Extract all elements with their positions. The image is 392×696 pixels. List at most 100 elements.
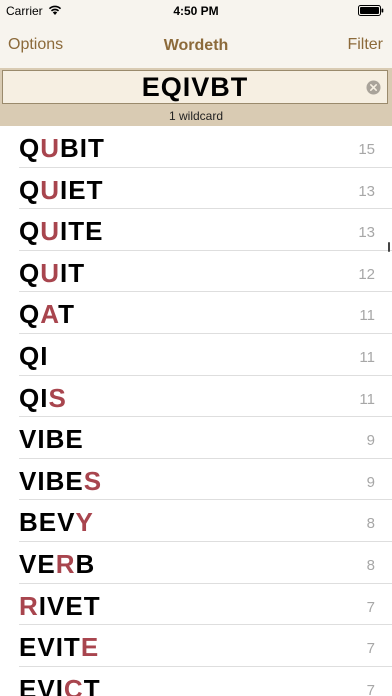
word-row[interactable]: VIBES 9 bbox=[0, 459, 392, 501]
word-row[interactable]: EVITE 7 bbox=[0, 625, 392, 667]
word-row[interactable]: QUIT 12 bbox=[0, 251, 392, 293]
word-text: EVITE bbox=[19, 632, 99, 663]
word-row[interactable]: QUITE 13 bbox=[0, 209, 392, 251]
word-row[interactable]: QUBIT 15 bbox=[0, 126, 392, 168]
word-letter: T bbox=[88, 133, 105, 163]
word-letter: I bbox=[37, 424, 46, 455]
word-letter: Q bbox=[19, 216, 41, 247]
word-text: QUIET bbox=[19, 175, 103, 206]
word-letter: T bbox=[68, 257, 86, 288]
word-score: 7 bbox=[366, 640, 375, 658]
wildcard-letter: E bbox=[80, 632, 100, 663]
wildcard-letter: R bbox=[55, 548, 76, 579]
word-letter: E bbox=[65, 424, 84, 455]
word-letter: I bbox=[38, 590, 48, 621]
wildcard-letter: U bbox=[40, 174, 61, 205]
word-score: 8 bbox=[366, 556, 375, 574]
word-letter: T bbox=[83, 673, 101, 696]
word-score: 11 bbox=[359, 307, 375, 325]
word-letter: I bbox=[55, 632, 64, 663]
word-list[interactable]: QUBIT 15 QUIET 13 QUITE 13 QUIT 12 QAT 11 QI 11 QIS 1… bbox=[0, 126, 392, 696]
word-text: QUITE bbox=[19, 216, 103, 247]
word-row[interactable]: QI 11 bbox=[0, 334, 392, 376]
word-letter: V bbox=[37, 632, 56, 663]
word-score: 11 bbox=[359, 348, 375, 366]
word-letter: Q bbox=[19, 133, 41, 163]
word-score: 13 bbox=[358, 182, 375, 200]
word-row[interactable]: BEVY 8 bbox=[0, 500, 392, 542]
word-row[interactable]: QAT 11 bbox=[0, 292, 392, 334]
word-score: 12 bbox=[358, 265, 375, 283]
word-letter: E bbox=[68, 174, 87, 205]
word-score: 7 bbox=[366, 681, 375, 696]
word-text: QUBIT bbox=[19, 133, 105, 164]
word-score: 7 bbox=[366, 598, 375, 616]
word-row[interactable]: QIS 11 bbox=[0, 376, 392, 418]
search-box bbox=[2, 70, 388, 104]
word-letter: B bbox=[75, 548, 96, 579]
word-score: 13 bbox=[358, 224, 375, 242]
word-text: EVICT bbox=[19, 674, 101, 696]
navigation-bar: Options Wordeth Filter bbox=[0, 22, 392, 68]
filter-button[interactable]: Filter bbox=[347, 36, 383, 54]
word-score: 8 bbox=[366, 515, 375, 533]
word-letter: I bbox=[37, 465, 46, 496]
word-letter: B bbox=[19, 507, 39, 538]
word-text: VIBES bbox=[19, 466, 102, 497]
wildcard-letter: U bbox=[40, 133, 61, 163]
word-row[interactable]: VERB 8 bbox=[0, 542, 392, 584]
word-letter: V bbox=[19, 548, 38, 579]
status-bar: Carrier 4:50 PM bbox=[0, 0, 392, 22]
word-letter: T bbox=[63, 632, 81, 663]
wildcard-letter: U bbox=[40, 216, 61, 247]
battery-icon bbox=[358, 5, 384, 16]
wildcard-count: 1 wildcard bbox=[168, 109, 224, 123]
word-score: 15 bbox=[358, 141, 375, 158]
clear-icon[interactable] bbox=[366, 80, 381, 95]
word-score: 9 bbox=[366, 432, 375, 450]
word-letter: I bbox=[60, 216, 69, 247]
word-letter: T bbox=[83, 590, 101, 621]
app-title: Wordeth bbox=[163, 37, 229, 54]
word-letter: V bbox=[57, 507, 76, 538]
word-row[interactable]: RIVET 7 bbox=[0, 584, 392, 626]
wildcard-letter: Y bbox=[75, 507, 94, 538]
status-time: 4:50 PM bbox=[173, 4, 219, 18]
word-letter: Q bbox=[19, 174, 41, 205]
scroll-indicator[interactable] bbox=[388, 242, 390, 252]
word-letter: I bbox=[79, 133, 89, 163]
word-text: RIVET bbox=[19, 591, 101, 622]
word-text: VIBE bbox=[19, 424, 84, 455]
word-text: VERB bbox=[19, 549, 95, 580]
letters-input[interactable] bbox=[3, 71, 387, 103]
word-letter: Q bbox=[19, 340, 41, 371]
word-letter: E bbox=[19, 673, 38, 696]
word-letter: I bbox=[60, 174, 69, 205]
wildcard-letter: S bbox=[48, 382, 67, 413]
word-letter: I bbox=[40, 340, 49, 371]
word-letter: V bbox=[19, 424, 38, 455]
word-row[interactable]: VIBE 9 bbox=[0, 417, 392, 459]
word-letter: E bbox=[38, 507, 58, 538]
word-letter: V bbox=[37, 673, 56, 696]
word-letter: B bbox=[45, 424, 66, 455]
word-row[interactable]: QUIET 13 bbox=[0, 168, 392, 210]
word-letter: E bbox=[65, 590, 84, 621]
word-letter: E bbox=[37, 548, 56, 579]
wildcard-letter: A bbox=[40, 299, 59, 330]
word-letter: B bbox=[60, 133, 80, 163]
wildcard-letter: R bbox=[19, 590, 39, 621]
word-letter: V bbox=[19, 465, 38, 496]
word-letter: Q bbox=[19, 299, 41, 330]
word-row[interactable]: EVICT 7 bbox=[0, 667, 392, 696]
wildcard-letter: S bbox=[83, 465, 103, 496]
word-letter: I bbox=[60, 257, 69, 288]
word-letter: T bbox=[86, 174, 104, 205]
word-score: 11 bbox=[359, 390, 375, 408]
word-text: QI bbox=[19, 341, 48, 372]
app-screen: Carrier 4:50 PM Options Wordeth Filter E… bbox=[0, 0, 392, 696]
search-area: 1 wildcard bbox=[0, 68, 392, 126]
word-letter: I bbox=[55, 673, 64, 696]
word-letter: Q bbox=[19, 382, 41, 413]
word-letter: E bbox=[85, 216, 104, 247]
